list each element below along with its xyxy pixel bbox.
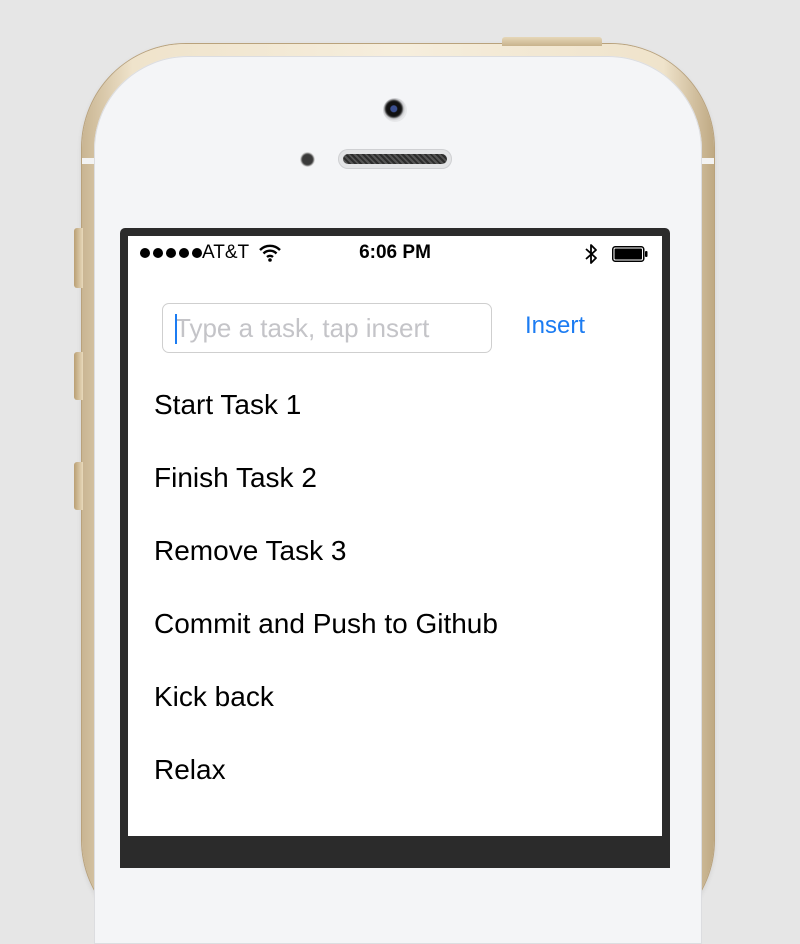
status-time: 6:06 PM	[359, 242, 431, 263]
task-item[interactable]: Remove Task 3	[128, 514, 662, 587]
task-input[interactable]	[162, 303, 492, 353]
sleep-button	[502, 37, 602, 46]
volume-up-button	[74, 352, 83, 400]
front-camera	[383, 98, 407, 122]
status-bar: AT&T 6:06 PM	[128, 236, 662, 272]
app-screen: AT&T 6:06 PM Insert Start Task 1 Finish …	[128, 236, 662, 836]
task-item[interactable]: Finish Task 2	[128, 441, 662, 514]
mute-switch	[74, 228, 83, 288]
task-item[interactable]: Commit and Push to Github	[128, 587, 662, 660]
battery-icon	[612, 246, 648, 262]
insert-button[interactable]: Insert	[525, 312, 585, 340]
task-list: Start Task 1 Finish Task 2 Remove Task 3…	[128, 368, 662, 806]
task-item[interactable]: Relax	[128, 733, 662, 806]
volume-down-button	[74, 462, 83, 510]
antenna-band	[702, 158, 714, 164]
earpiece-speaker	[338, 149, 452, 169]
proximity-sensor	[300, 152, 315, 167]
task-item[interactable]: Start Task 1	[128, 368, 662, 441]
bluetooth-icon	[585, 244, 597, 264]
antenna-band	[82, 158, 94, 164]
text-cursor	[175, 314, 177, 344]
task-item[interactable]: Kick back	[128, 660, 662, 733]
